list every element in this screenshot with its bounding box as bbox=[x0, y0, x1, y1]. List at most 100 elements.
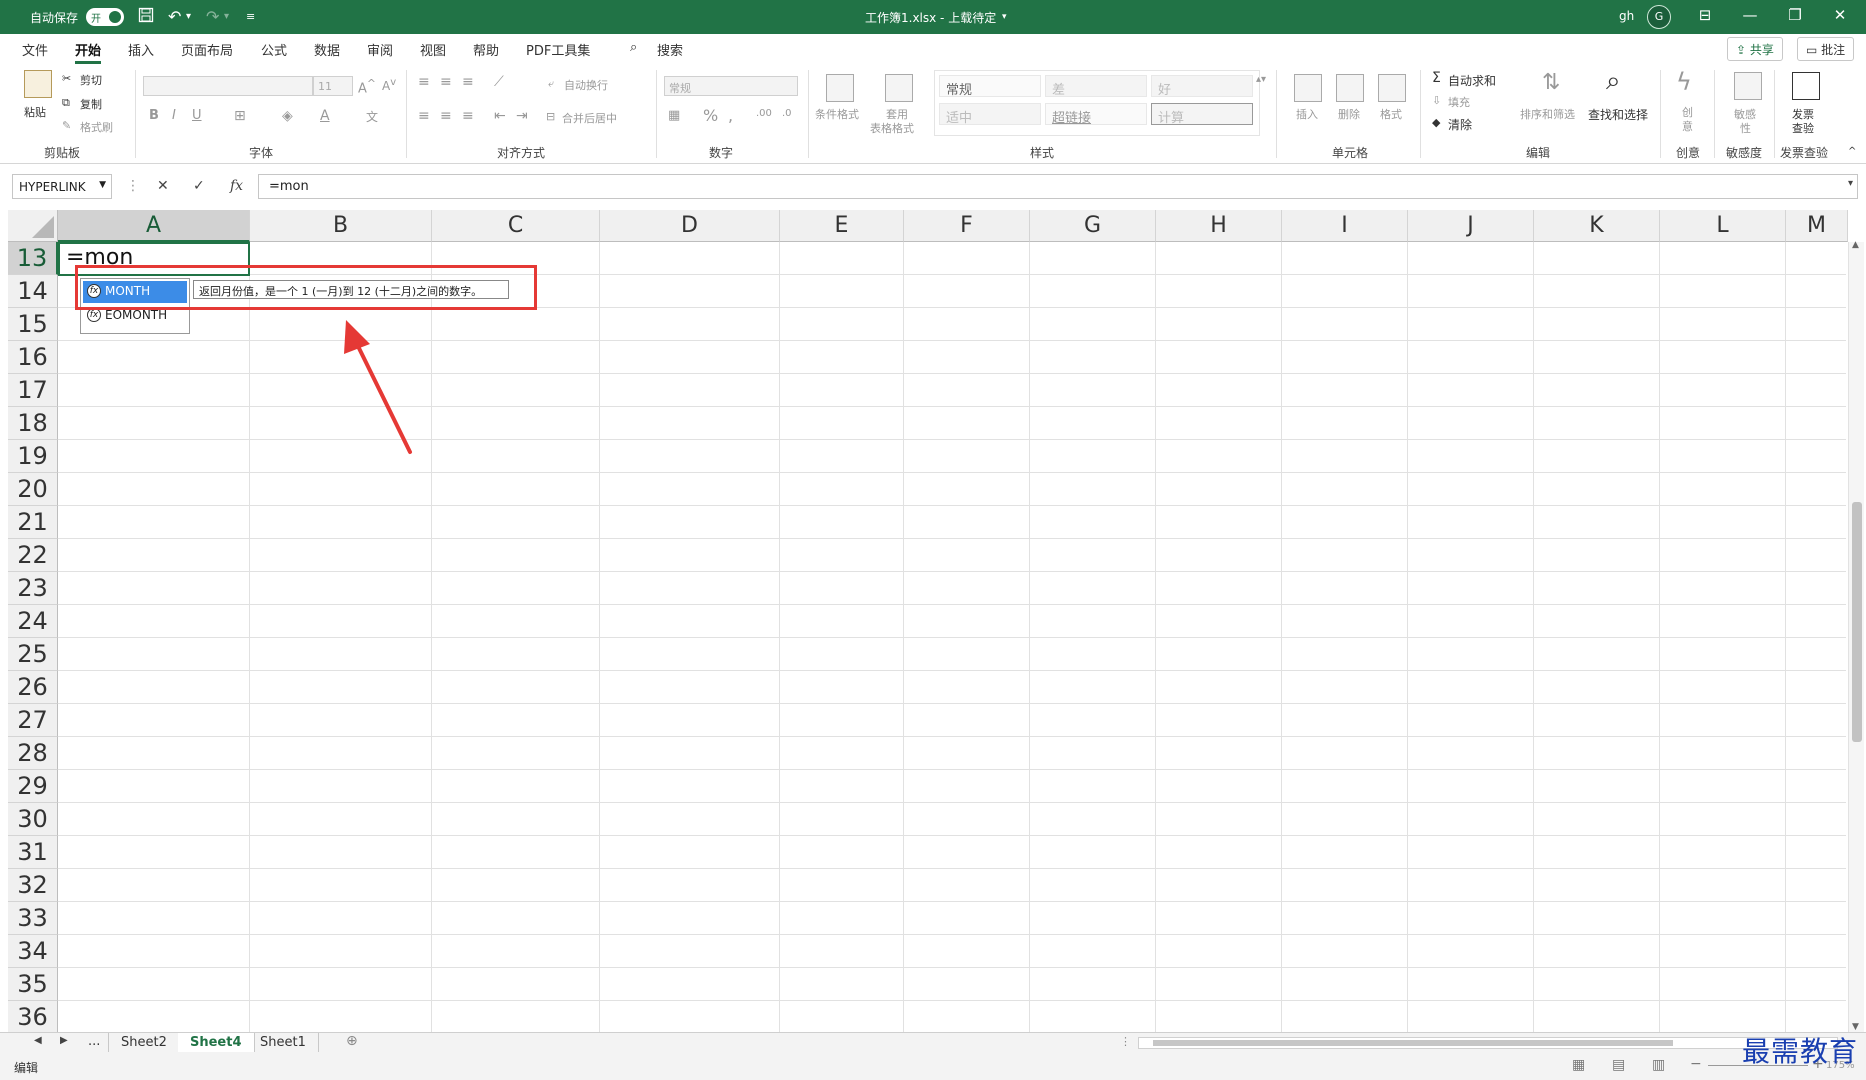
column-header[interactable]: M bbox=[1786, 210, 1848, 242]
horizontal-scrollbar[interactable] bbox=[1138, 1037, 1838, 1049]
row-header[interactable]: 33 bbox=[8, 902, 58, 935]
style-hyperlink[interactable]: 超链接 bbox=[1045, 103, 1147, 126]
share-button[interactable]: ⇪ 共享 bbox=[1727, 37, 1783, 61]
column-header[interactable]: I bbox=[1282, 210, 1408, 242]
sort-filter-icon[interactable]: ⇅ bbox=[1542, 70, 1560, 95]
wrap-text-icon[interactable]: ⤶ bbox=[548, 77, 554, 91]
font-grow-icon[interactable]: A^ bbox=[358, 77, 376, 96]
select-all-corner[interactable] bbox=[8, 210, 58, 242]
row-header[interactable]: 18 bbox=[8, 407, 58, 440]
column-header[interactable]: A bbox=[58, 210, 250, 242]
conditional-format-icon[interactable] bbox=[826, 74, 854, 102]
accounting-icon[interactable]: ▦ bbox=[668, 108, 680, 123]
collapse-ribbon-icon[interactable]: ^ bbox=[1848, 146, 1856, 157]
align-center-icon[interactable]: ≡ bbox=[440, 108, 452, 124]
delete-cells-icon[interactable] bbox=[1336, 74, 1364, 102]
wrap-text-label[interactable]: 自动换行 bbox=[564, 77, 608, 93]
border-icon[interactable]: ⊞ bbox=[234, 108, 246, 124]
column-header[interactable]: J bbox=[1408, 210, 1534, 242]
scroll-up-icon[interactable]: ▲ bbox=[1852, 240, 1859, 250]
indent-decrease-icon[interactable]: ⇤ bbox=[494, 108, 506, 124]
prev-sheet-icon[interactable]: ◀ bbox=[34, 1035, 42, 1046]
tab-pdf-tools[interactable]: PDF工具集 bbox=[526, 40, 590, 59]
row-header[interactable]: 25 bbox=[8, 638, 58, 671]
tab-data[interactable]: 数据 bbox=[314, 40, 340, 59]
indent-increase-icon[interactable]: ⇥ bbox=[516, 108, 528, 124]
delete-cells-label[interactable]: 删除 bbox=[1338, 106, 1360, 122]
phonetic-icon[interactable]: 文 bbox=[366, 108, 378, 125]
row-header[interactable]: 36 bbox=[8, 1001, 58, 1032]
column-header[interactable]: K bbox=[1534, 210, 1660, 242]
column-header[interactable]: G bbox=[1030, 210, 1156, 242]
add-sheet-icon[interactable]: ⊕ bbox=[346, 1033, 358, 1049]
bold-icon[interactable]: B bbox=[149, 108, 159, 123]
invoice-check-label-2[interactable]: 查验 bbox=[1792, 120, 1814, 136]
autosum-label[interactable]: 自动求和 bbox=[1448, 72, 1496, 89]
sensitivity-icon[interactable] bbox=[1734, 72, 1762, 100]
more-sheets-button[interactable]: ... bbox=[88, 1034, 100, 1049]
cancel-icon[interactable]: ✕ bbox=[157, 178, 169, 194]
sort-filter-label[interactable]: 排序和筛选 bbox=[1520, 106, 1575, 122]
merge-center-label[interactable]: 合并后居中 bbox=[562, 110, 617, 126]
title-dropdown-icon[interactable]: ▾ bbox=[1002, 12, 1007, 22]
font-name-combo[interactable] bbox=[143, 76, 313, 96]
fill-icon[interactable]: ⇩ bbox=[1432, 94, 1441, 107]
merge-center-icon[interactable]: ⊟ bbox=[546, 110, 555, 123]
tab-home[interactable]: 开始 bbox=[75, 40, 102, 64]
align-right-icon[interactable]: ≡ bbox=[462, 108, 474, 124]
tab-formulas[interactable]: 公式 bbox=[261, 40, 287, 59]
format-painter-icon[interactable]: ✎ bbox=[62, 119, 71, 132]
font-shrink-icon[interactable]: Av bbox=[382, 77, 396, 93]
cut-icon[interactable]: ✂ bbox=[62, 72, 71, 85]
tab-page-layout[interactable]: 页面布局 bbox=[181, 40, 233, 59]
font-color-icon[interactable]: A bbox=[320, 108, 330, 124]
row-header[interactable]: 27 bbox=[8, 704, 58, 737]
row-header[interactable]: 31 bbox=[8, 836, 58, 869]
row-header[interactable]: 35 bbox=[8, 968, 58, 1001]
row-header[interactable]: 29 bbox=[8, 770, 58, 803]
style-calculation[interactable]: 计算 bbox=[1151, 103, 1253, 126]
percent-icon[interactable]: % bbox=[703, 106, 718, 125]
fill-color-icon[interactable]: ◈ bbox=[282, 108, 293, 124]
copy-label[interactable]: 复制 bbox=[80, 96, 102, 112]
hscroll-thumb[interactable] bbox=[1153, 1040, 1673, 1046]
column-header[interactable]: C bbox=[432, 210, 600, 242]
insert-function-icon[interactable]: fx bbox=[230, 178, 243, 194]
tab-help[interactable]: 帮助 bbox=[473, 40, 499, 59]
next-sheet-icon[interactable]: ▶ bbox=[60, 1035, 68, 1046]
worksheet-grid[interactable]: ABCDEFGHIJKLM 13 14 15 16 17 18 19 20 21 22 23 24 25… bbox=[0, 210, 1866, 1032]
document-title[interactable]: 工作簿1.xlsx - 上载待定 bbox=[865, 9, 996, 26]
cut-label[interactable]: 剪切 bbox=[80, 72, 102, 88]
paste-label[interactable]: 粘贴 bbox=[24, 104, 46, 120]
row-header[interactable]: 16 bbox=[8, 341, 58, 374]
row-header[interactable]: 30 bbox=[8, 803, 58, 836]
conditional-format-label[interactable]: 条件格式 bbox=[815, 106, 859, 122]
redo-dropdown-icon[interactable]: ▾ bbox=[224, 11, 229, 22]
sensitivity-label-2[interactable]: 性 bbox=[1740, 120, 1751, 136]
minimize-icon[interactable]: — bbox=[1735, 6, 1765, 24]
autosum-icon[interactable]: Σ bbox=[1432, 70, 1441, 86]
row-header[interactable]: 20 bbox=[8, 473, 58, 506]
table-format-icon[interactable] bbox=[885, 74, 913, 102]
format-cells-label[interactable]: 格式 bbox=[1380, 106, 1402, 122]
row-header[interactable]: 15 bbox=[8, 308, 58, 341]
row-header[interactable]: 17 bbox=[8, 374, 58, 407]
formula-input[interactable]: =mon bbox=[258, 174, 1858, 199]
format-painter-label[interactable]: 格式刷 bbox=[80, 119, 113, 135]
tab-review[interactable]: 审阅 bbox=[367, 40, 393, 59]
font-size-combo[interactable]: 11 bbox=[313, 76, 353, 96]
align-top-icon[interactable]: ≡ bbox=[418, 74, 430, 90]
insert-cells-label[interactable]: 插入 bbox=[1296, 106, 1318, 122]
paste-icon[interactable] bbox=[24, 70, 52, 98]
row-header[interactable]: 34 bbox=[8, 935, 58, 968]
align-bottom-icon[interactable]: ≡ bbox=[462, 74, 474, 90]
close-icon[interactable]: ✕ bbox=[1825, 6, 1855, 24]
ribbon-display-icon[interactable]: ⊟ bbox=[1690, 6, 1720, 24]
decrease-decimal-icon[interactable]: .0 bbox=[782, 108, 792, 119]
avatar[interactable]: G bbox=[1647, 5, 1671, 29]
row-header[interactable]: 28 bbox=[8, 737, 58, 770]
zoom-out-icon[interactable]: − bbox=[1690, 1056, 1702, 1072]
customize-qat-icon[interactable]: ≡ bbox=[246, 10, 255, 23]
number-format-combo[interactable]: 常规 bbox=[664, 76, 798, 96]
undo-icon[interactable]: ↶ bbox=[168, 7, 181, 26]
